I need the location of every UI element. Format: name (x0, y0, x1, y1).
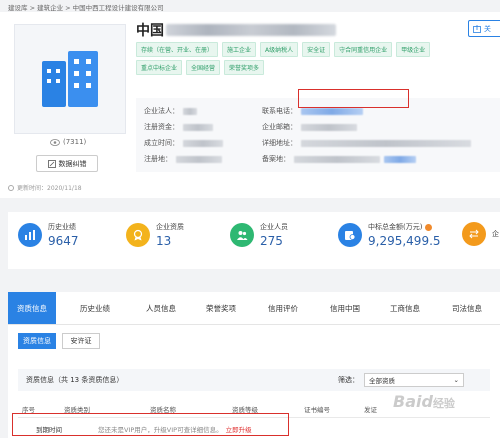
stat-bid-amount[interactable]: 中标总金额(万元) 9,295,499.5 (338, 222, 441, 248)
tab-qualification[interactable]: 资质信息 (8, 292, 56, 324)
clock-icon (8, 184, 14, 191)
stat-personnel[interactable]: 企业人员 275 (230, 222, 288, 248)
tab-credit-china[interactable]: 信用中国 (318, 292, 372, 324)
update-time: 更新时间：2020/11/18 (8, 183, 82, 192)
chevron-down-icon: ⌄ (453, 376, 459, 384)
field-address: 详细地址： (262, 138, 471, 148)
view-count: (7311) (50, 138, 86, 146)
tab-history[interactable]: 历史业绩 (68, 292, 122, 324)
stat-qualification[interactable]: 企业资质 13 (126, 222, 184, 248)
tag: 守合同重信用企业 (334, 42, 393, 57)
tab-judicial[interactable]: 司法信息 (440, 292, 494, 324)
qualification-filter-select[interactable]: 全部资质 ⌄ (364, 373, 464, 387)
field-founded: 成立时间： (144, 138, 223, 148)
badge-icon (126, 223, 150, 247)
tag: 甲级企业 (396, 42, 431, 57)
field-email: 企业邮箱： (262, 122, 357, 132)
eye-icon (50, 138, 60, 146)
company-name: 中国 (136, 20, 336, 40)
tag: 荣誉奖项多 (224, 60, 265, 75)
main-tabs: 资质信息 历史业绩 人员信息 荣誉奖项 信用评价 信用中国 工商信息 司法信息 (8, 292, 500, 324)
subtab-qualification[interactable]: 资质信息 (18, 333, 56, 349)
stats-bar: 历史业绩 9647 企业资质 13 企业人员 275 中标总金额(万元) 9,295,… (8, 212, 500, 269)
tag: A级纳税人 (260, 42, 299, 57)
tag: 重点中标企业 (136, 60, 183, 75)
company-card: (7311) 数据纠错 更新时间：2020/11/18 中国 关 存续（在营、开… (0, 12, 500, 198)
money-icon (338, 223, 362, 247)
company-logo (14, 24, 126, 134)
field-record: 备案地： (262, 154, 416, 164)
highlight-box (298, 89, 409, 108)
tag: 全国经营 (186, 60, 221, 75)
info-icon[interactable] (424, 223, 432, 231)
tab-honors[interactable]: 荣誉奖项 (194, 292, 248, 324)
tab-business[interactable]: 工商信息 (378, 292, 432, 324)
data-correction-button[interactable]: 数据纠错 (36, 155, 98, 172)
bar-chart-icon (18, 223, 42, 247)
company-info-panel: 企业法人： 注册资金： 成立时间： 注册地： 联系电话： 企业邮箱： 详细地址：… (136, 98, 500, 172)
field-reg-place: 注册地： (144, 154, 222, 164)
tag: 安全证 (302, 42, 331, 57)
highlight-box (12, 413, 289, 436)
tag: 施工企业 (222, 42, 257, 57)
stat-history[interactable]: 历史业绩 9647 (18, 222, 79, 248)
blurred-name (166, 24, 336, 36)
people-icon (230, 223, 254, 247)
subtab-safety-license[interactable]: 安许证 (62, 333, 100, 349)
follow-button[interactable]: 关 (468, 20, 500, 37)
transfer-icon (462, 222, 486, 246)
tab-personnel[interactable]: 人员信息 (134, 292, 188, 324)
field-reg-capital: 注册资金： (144, 122, 213, 132)
building-icon (42, 51, 98, 107)
stat-partial[interactable]: 企 (462, 222, 499, 246)
edit-icon (47, 159, 56, 168)
company-tags: 存续（在营、开业、在册） 施工企业 A级纳税人 安全证 守合同重信用企业 甲级企… (136, 42, 476, 75)
tag: 存续（在营、开业、在册） (136, 42, 219, 57)
watermark: Baid经验 (393, 392, 455, 411)
field-legal-rep: 企业法人： (144, 106, 197, 116)
filter: 筛选： 全部资质 ⌄ (338, 373, 464, 387)
breadcrumb[interactable]: 建设库 > 建筑企业 > 中国中西工程设计建设有限公司 (8, 2, 164, 12)
follow-icon (473, 24, 481, 33)
tab-credit-eval[interactable]: 信用评价 (256, 292, 310, 324)
